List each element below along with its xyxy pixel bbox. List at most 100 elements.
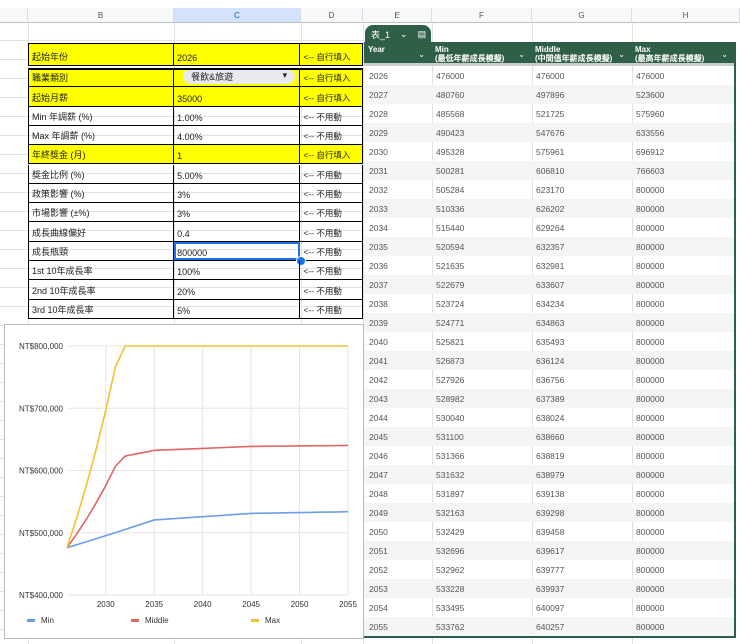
column-header-h[interactable]: H [632,8,740,23]
table-cell[interactable]: 632357 [531,242,631,252]
param-value[interactable]: 800000 [174,241,301,260]
column-header-b[interactable]: B [28,8,174,23]
param-value[interactable]: 3% [174,183,301,203]
table-cell[interactable]: 2030 [364,147,431,157]
table-cell[interactable]: 639777 [531,565,631,575]
table-cell[interactable]: 526873 [431,356,531,366]
chevron-down-icon[interactable]: ⌄ [518,50,525,59]
table-cell[interactable]: 2035 [364,242,431,252]
chevron-down-icon[interactable]: ⌄ [721,50,728,59]
table-cell[interactable]: 2046 [364,451,431,461]
table-cell[interactable]: 639937 [531,584,631,594]
table-cell[interactable]: 632981 [531,261,631,271]
param-value[interactable]: 4.00% [174,125,301,145]
table-cell[interactable]: 2033 [364,204,431,214]
table-cell[interactable]: 476000 [531,71,631,81]
table-cell[interactable]: 531100 [431,432,531,442]
table-cell[interactable]: 2055 [364,622,431,632]
table-cell[interactable]: 531632 [431,470,531,480]
table-cell[interactable]: 575961 [531,147,631,157]
table-cell[interactable]: 531366 [431,451,531,461]
table-cell[interactable]: 800000 [631,318,734,328]
table-cell[interactable]: 606810 [531,166,631,176]
table-cell[interactable]: 523724 [431,299,531,309]
column-header-f[interactable]: F [432,8,532,23]
table-cell[interactable]: 527926 [431,375,531,385]
column-header-e[interactable]: E [363,8,432,23]
table-cell[interactable]: 636124 [531,356,631,366]
table-cell[interactable]: 640257 [531,622,631,632]
table-cell[interactable]: 476000 [431,71,531,81]
table-cell[interactable]: 800000 [631,603,734,613]
table-cell[interactable]: 623170 [531,185,631,195]
chevron-down-icon[interactable]: ⌄ [418,50,425,59]
table-cell[interactable]: 639458 [531,527,631,537]
table-cell[interactable]: 800000 [631,565,734,575]
param-value[interactable]: 5.00% [174,164,301,183]
table-cell[interactable]: 2026 [364,71,431,81]
table-cell[interactable]: 497896 [531,90,631,100]
table-cell[interactable]: 800000 [631,204,734,214]
table-cell[interactable]: 800000 [631,527,734,537]
table-cell[interactable]: 800000 [631,432,734,442]
table-cell[interactable]: 800000 [631,508,734,518]
table-cell[interactable]: 638979 [531,470,631,480]
table-cell[interactable]: 800000 [631,299,734,309]
table-cell[interactable]: 2032 [364,185,431,195]
table-cell[interactable]: 800000 [631,356,734,366]
param-value[interactable]: 1.00% [174,106,301,125]
table-cell[interactable]: 532429 [431,527,531,537]
table-cell[interactable]: 2047 [364,470,431,480]
column-header[interactable]: Year ⌄ [364,42,431,63]
table-cell[interactable]: 800000 [631,470,734,480]
table-cell[interactable]: 633556 [631,128,734,138]
table-cell[interactable]: 629264 [531,223,631,233]
param-value[interactable]: 2026 [174,44,301,65]
table-cell[interactable]: 626202 [531,204,631,214]
table-cell[interactable]: 532696 [431,546,531,556]
param-value[interactable]: 3% [174,203,301,222]
table-cell[interactable]: 800000 [631,489,734,499]
table-cell[interactable]: 2044 [364,413,431,423]
table-cell[interactable]: 638024 [531,413,631,423]
param-value[interactable]: 餐飲&旅遊 ▾ [174,70,301,87]
table-cell[interactable]: 2054 [364,603,431,613]
table-cell[interactable]: 638819 [531,451,631,461]
table-cell[interactable]: 637389 [531,394,631,404]
table-cell[interactable]: 639298 [531,508,631,518]
table-cell[interactable]: 2052 [364,565,431,575]
column-header[interactable]: Max (最高年薪成長模擬) ⌄ [631,42,734,63]
table-cell[interactable]: 635493 [531,337,631,347]
table-cell[interactable]: 476000 [631,71,734,81]
table-cell[interactable]: 521725 [531,109,631,119]
chevron-down-icon[interactable]: ⌄ [400,29,408,40]
table-cell[interactable]: 2045 [364,432,431,442]
table-cell[interactable]: 490423 [431,128,531,138]
table-cell[interactable]: 524771 [431,318,531,328]
param-value[interactable]: 100% [174,261,301,280]
table-cell[interactable]: 521635 [431,261,531,271]
table-cell[interactable]: 800000 [631,451,734,461]
table-cell[interactable]: 638660 [531,432,631,442]
column-header[interactable]: Min (最低年薪成長模擬) ⌄ [431,42,531,63]
param-value[interactable]: 1 [174,145,301,164]
table-cell[interactable]: 2038 [364,299,431,309]
table-cell[interactable]: 800000 [631,394,734,404]
table-cell[interactable]: 2041 [364,356,431,366]
table-cell[interactable]: 800000 [631,337,734,347]
table-tab[interactable]: 表_1 ⌄ ▤ [365,25,431,43]
column-header[interactable]: Middle (中間值年薪成長模擬) ⌄ [531,42,631,63]
table-cell[interactable]: 510336 [431,204,531,214]
column-header-g[interactable]: G [532,8,632,23]
column-header-c[interactable]: C [174,8,301,23]
table-cell[interactable]: 2049 [364,508,431,518]
table-cell[interactable]: 2053 [364,584,431,594]
table-cell[interactable]: 2050 [364,527,431,537]
table-cell[interactable]: 634863 [531,318,631,328]
category-dropdown[interactable]: 餐飲&旅遊 ▾ [183,70,296,85]
table-cell[interactable]: 520594 [431,242,531,252]
table-cell[interactable]: 766603 [631,166,734,176]
table-cell[interactable]: 530040 [431,413,531,423]
table-cell[interactable]: 639617 [531,546,631,556]
table-cell[interactable]: 633607 [531,280,631,290]
